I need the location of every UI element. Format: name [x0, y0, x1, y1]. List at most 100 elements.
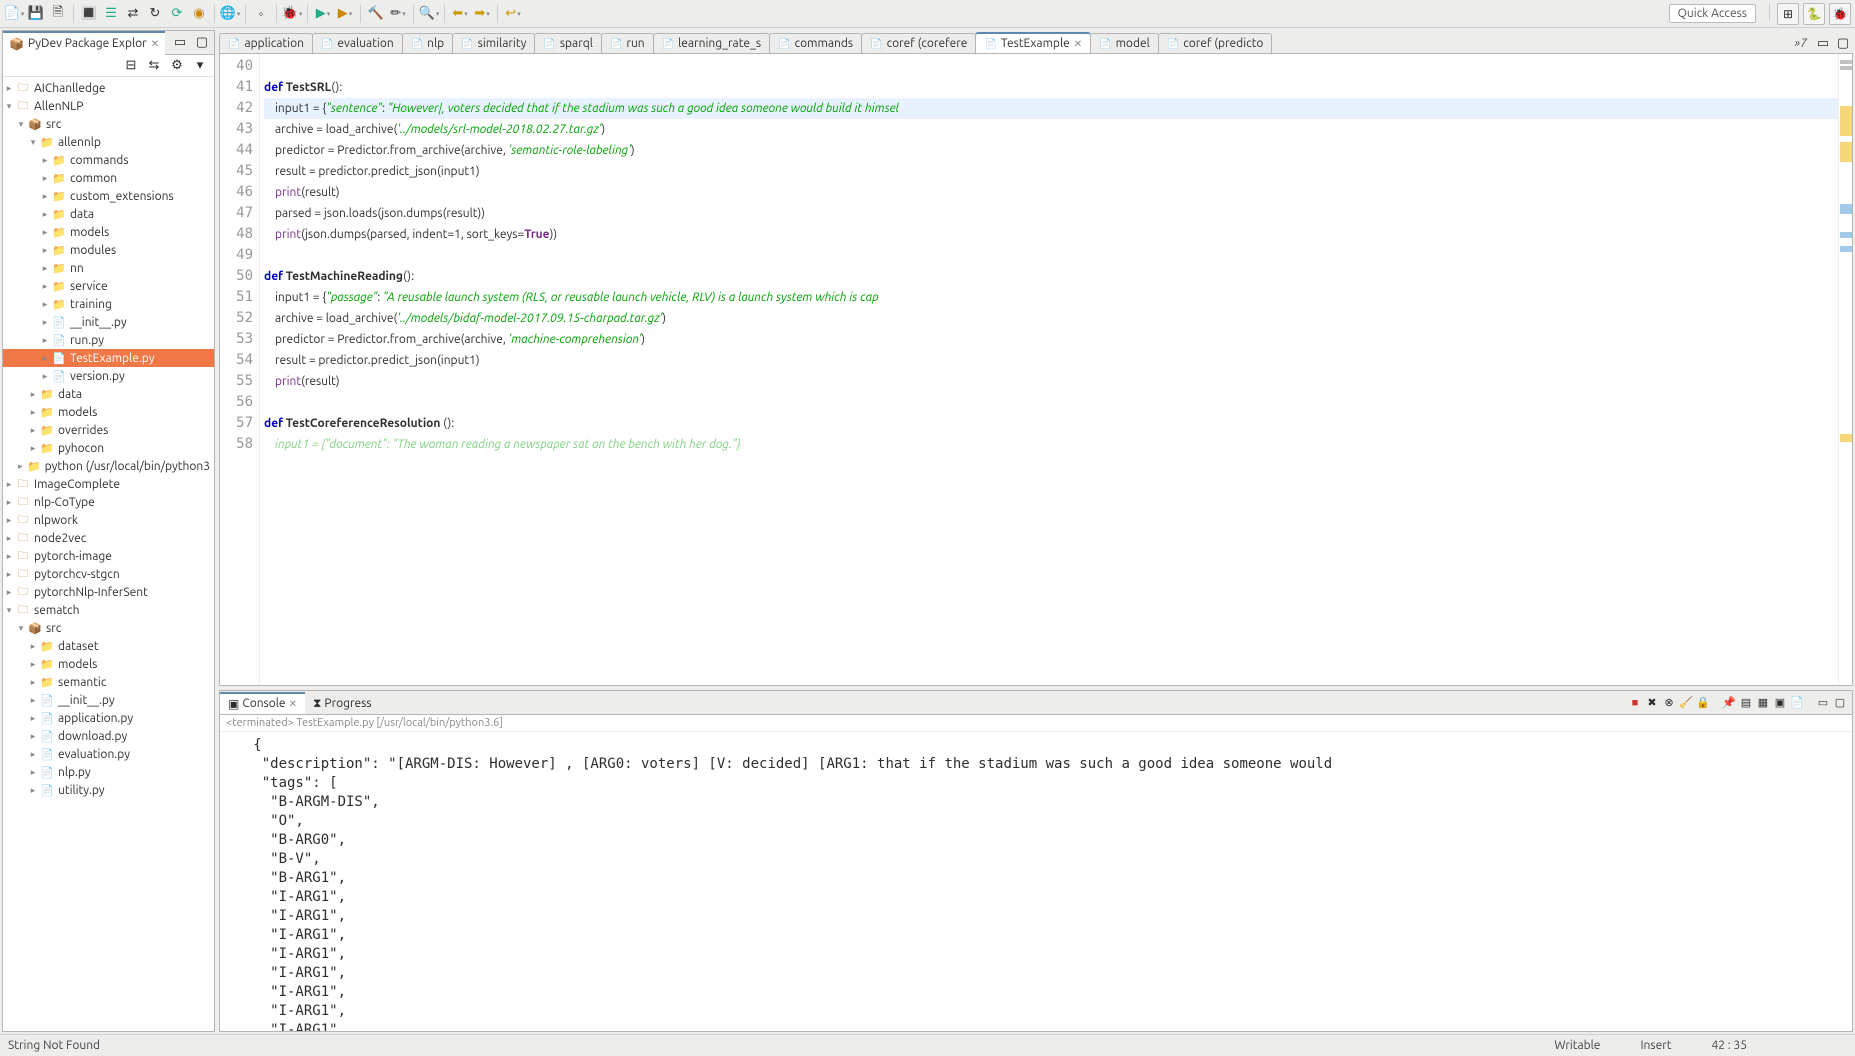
scroll-lock-button[interactable]: 🔒: [1695, 695, 1711, 711]
tree-item[interactable]: ▾sematch: [3, 601, 214, 619]
tree-item[interactable]: ▾AllenNLP: [3, 97, 214, 115]
tree-item[interactable]: ▸dataset: [3, 637, 214, 655]
display-button[interactable]: ▤: [1738, 695, 1754, 711]
code-editor[interactable]: def TestSRL(): input1 = {"sentence": "Ho…: [260, 54, 1838, 685]
tree-item[interactable]: ▸data: [3, 205, 214, 223]
refresh-button[interactable]: ↻: [145, 4, 165, 24]
editor-tab[interactable]: application: [219, 33, 313, 53]
tree-item[interactable]: ▸service: [3, 277, 214, 295]
maximize-editor-button[interactable]: ▢: [1833, 33, 1853, 53]
save-button[interactable]: 💾: [26, 4, 46, 24]
paint-button[interactable]: ✏: [388, 4, 408, 24]
console-output[interactable]: { "description": "[ARGM-DIS: However] , …: [220, 732, 1852, 1031]
tree-item[interactable]: ▸utility.py: [3, 781, 214, 799]
editor-tab[interactable]: coref (corefere: [861, 33, 976, 53]
tree-item[interactable]: ▸common: [3, 169, 214, 187]
console-min-button[interactable]: ▭: [1815, 695, 1831, 711]
tree-item[interactable]: ▸commands: [3, 151, 214, 169]
new-console-button[interactable]: 📄: [1789, 695, 1805, 711]
close-icon[interactable]: ✕: [151, 38, 159, 50]
remove-launch-button[interactable]: ✖: [1644, 695, 1660, 711]
tree-item[interactable]: ▸modules: [3, 241, 214, 259]
run-button[interactable]: ▶: [313, 4, 333, 24]
tree-item[interactable]: ▸overrides: [3, 421, 214, 439]
tree-item[interactable]: ▸TestExample.py: [3, 349, 214, 367]
tree-item[interactable]: ▸AIChanlledge: [3, 79, 214, 97]
tree-item[interactable]: ▸pytorch-image: [3, 547, 214, 565]
nav-back-button[interactable]: ⬅: [450, 4, 470, 24]
minimize-view-button[interactable]: ▭: [170, 33, 190, 53]
tree-item[interactable]: ▸models: [3, 655, 214, 673]
tab-overflow[interactable]: »7: [1788, 34, 1813, 53]
tree-item[interactable]: ▸pytorchcv-stgcn: [3, 565, 214, 583]
editor-tab[interactable]: model: [1090, 33, 1159, 53]
new-button[interactable]: 📄: [4, 4, 24, 24]
open-console-button[interactable]: ▣: [1772, 695, 1788, 711]
tree-item[interactable]: ▸evaluation.py: [3, 745, 214, 763]
link-button[interactable]: ⇄: [123, 4, 143, 24]
editor-tab[interactable]: learning_rate_s: [653, 33, 770, 53]
remove-all-button[interactable]: ⊗: [1661, 695, 1677, 711]
tree-item[interactable]: ▸training: [3, 295, 214, 313]
globe-button[interactable]: 🌐: [220, 4, 240, 24]
pydev-perspective-button[interactable]: 🐍: [1803, 3, 1825, 25]
sync-button[interactable]: ⟳: [167, 4, 187, 24]
tree-item[interactable]: ▸pyhocon: [3, 439, 214, 457]
terminate-button[interactable]: ■: [1627, 695, 1643, 711]
tree-item[interactable]: ▸pytorchNlp-InferSent: [3, 583, 214, 601]
pin-button[interactable]: 📌: [1721, 695, 1737, 711]
editor-tab[interactable]: sparql: [534, 33, 602, 53]
tree-item[interactable]: ▸node2vec: [3, 529, 214, 547]
package-explorer-tab[interactable]: 📦 PyDev Package Explor ✕: [3, 31, 165, 55]
quick-access-input[interactable]: Quick Access: [1669, 4, 1756, 23]
save-all-button[interactable]: 🗎: [48, 4, 68, 24]
tree-item[interactable]: ▸application.py: [3, 709, 214, 727]
tree-item[interactable]: ▸ImageComplete: [3, 475, 214, 493]
module-button[interactable]: ◉: [189, 4, 209, 24]
last-edit-button[interactable]: ↩: [503, 4, 523, 24]
tree-item[interactable]: ▸nlpwork: [3, 511, 214, 529]
tree-item[interactable]: ▸run.py: [3, 331, 214, 349]
tree-item[interactable]: ▸download.py: [3, 727, 214, 745]
search-button[interactable]: 🔍: [419, 4, 439, 24]
minimize-editor-button[interactable]: ▭: [1813, 33, 1833, 53]
editor-tab[interactable]: nlp: [402, 33, 453, 53]
debug-perspective-button[interactable]: 🐞: [1829, 3, 1851, 25]
breakpoint-button[interactable]: ◦: [251, 4, 271, 24]
filter-button[interactable]: ⚙: [167, 56, 187, 76]
tree-item[interactable]: ▾src: [3, 115, 214, 133]
run-config-button[interactable]: ▶: [335, 4, 355, 24]
tree-item[interactable]: ▸custom_extensions: [3, 187, 214, 205]
editor-tab[interactable]: evaluation: [312, 33, 403, 53]
console-tab[interactable]: ▣ Console ✕: [220, 692, 305, 714]
nav-fwd-button[interactable]: ➡: [472, 4, 492, 24]
debug-button[interactable]: 🐞: [282, 4, 302, 24]
tree-item[interactable]: ▾allennlp: [3, 133, 214, 151]
editor-tab[interactable]: TestExample✕: [975, 32, 1091, 53]
outline-button[interactable]: ☰: [101, 4, 121, 24]
close-icon[interactable]: ✕: [289, 698, 297, 710]
overview-ruler[interactable]: [1838, 54, 1852, 685]
tree-item[interactable]: ▸semantic: [3, 673, 214, 691]
editor-tab[interactable]: run: [601, 33, 654, 53]
show-console-button[interactable]: ▦: [1755, 695, 1771, 711]
tree-item[interactable]: ▸models: [3, 403, 214, 421]
clear-console-button[interactable]: 🧹: [1678, 695, 1694, 711]
tree-item[interactable]: ▸version.py: [3, 367, 214, 385]
tree-item[interactable]: ▸data: [3, 385, 214, 403]
close-icon[interactable]: ✕: [1074, 38, 1082, 50]
package-tree[interactable]: ▸AIChanlledge▾AllenNLP▾src▾allennlp▸comm…: [3, 77, 214, 1031]
link-editor-button[interactable]: ⇆: [144, 56, 164, 76]
tree-item[interactable]: ▸models: [3, 223, 214, 241]
tree-item[interactable]: ▸__init__.py: [3, 313, 214, 331]
view-menu-button[interactable]: ▾: [190, 56, 210, 76]
tree-item[interactable]: ▸nlp.py: [3, 763, 214, 781]
editor-tab[interactable]: similarity: [452, 33, 535, 53]
editor-tab[interactable]: commands: [769, 33, 862, 53]
editor-tab[interactable]: coref (predicto: [1158, 33, 1273, 53]
tree-item[interactable]: ▸python (/usr/local/bin/python3: [3, 457, 214, 475]
console-max-button[interactable]: ▢: [1832, 695, 1848, 711]
tree-item[interactable]: ▾src: [3, 619, 214, 637]
toggle-button[interactable]: 🔳: [79, 4, 99, 24]
tree-item[interactable]: ▸nlp-CoType: [3, 493, 214, 511]
